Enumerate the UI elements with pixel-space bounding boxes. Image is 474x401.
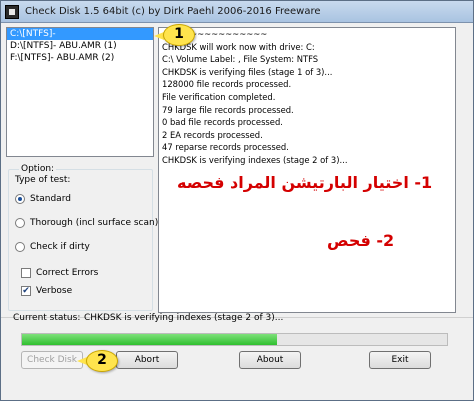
annotation-step-2: 2- فحص [327,231,395,250]
checkbox-verbose[interactable]: ✔ Verbose [21,286,72,296]
drive-item-d[interactable]: D:\[NTFS]- ABU.AMR (1) [7,40,153,52]
check-disk-button[interactable]: Check Disk [21,351,83,369]
radio-thorough-label: Thorough (incl surface scan) [30,218,159,228]
options-label: Option: [19,164,57,174]
radio-thorough[interactable]: Thorough (incl surface scan) [15,218,158,228]
app-icon [5,5,19,19]
drive-list[interactable]: C:\[NTFS]- D:\[NTFS]- ABU.AMR (1) F:\[NT… [6,27,154,157]
progress-bar [21,333,448,346]
log-line: CHKDSK will work now with drive: C: [162,41,315,52]
log-line: CHKDSK is verifying files (stage 1 of 3)… [162,66,333,77]
log-line: ~~~~~~~~~~~~~~~ [162,29,268,39]
current-status-label: Current status: [13,313,81,323]
log-line: 79 large file records processed. [162,104,294,115]
radio-check-if-dirty-label: Check if dirty [30,242,90,252]
log-line: 47 reparse records processed. [162,142,289,153]
window-title: Check Disk 1.5 64bit (c) by Dirk Paehl 2… [25,6,321,17]
radio-standard[interactable]: Standard [15,194,71,204]
log-line: C:\ Volume Label: , File System: NTFS [162,54,319,65]
callout-step-1: 1 [163,24,195,46]
client-area: C:\[NTFS]- D:\[NTFS]- ABU.AMR (1) F:\[NT… [1,23,473,400]
checkmark-icon: ✔ [21,286,31,296]
checkbox-icon [21,268,31,278]
log-line: File verification completed. [162,91,276,102]
radio-check-if-dirty[interactable]: Check if dirty [15,242,90,252]
checkbox-correct-errors-label: Correct Errors [36,268,99,278]
radio-icon [15,242,25,252]
checkbox-verbose-label: Verbose [36,286,73,296]
checkbox-correct-errors[interactable]: Correct Errors [21,268,98,278]
log-line: 2 EA records processed. [162,129,263,140]
radio-icon [15,218,25,228]
about-button[interactable]: About [239,351,301,369]
log-output[interactable]: ~~~~~~~~~~~~~~~ CHKDSK will work now wit… [158,27,456,313]
annotation-step-1: 1- اختيار البارتيشن المراد فحصه [177,173,433,192]
radio-standard-label: Standard [30,194,71,204]
log-line: CHKDSK is verifying indexes (stage 2 of … [162,154,348,165]
progress-fill [22,334,277,345]
log-line: 128000 file records processed. [162,79,292,90]
log-line: 0 bad file records processed. [162,117,283,128]
current-status-text: CHKDSK is verifying indexes (stage 2 of … [84,313,284,323]
exit-button[interactable]: Exit [369,351,431,369]
radio-selected-icon [15,194,25,204]
drive-item-c[interactable]: C:\[NTFS]- [7,28,153,40]
title-bar[interactable]: Check Disk 1.5 64bit (c) by Dirk Paehl 2… [1,1,473,23]
callout-step-2: 2 [86,350,118,372]
check-disk-window: Check Disk 1.5 64bit (c) by Dirk Paehl 2… [0,0,474,401]
drive-item-f[interactable]: F:\[NTFS]- ABU.AMR (2) [7,52,153,64]
options-group: Option: Type of test: Standard Thorough … [8,164,158,311]
abort-button[interactable]: Abort [116,351,178,369]
test-type-label: Type of test: [15,175,71,185]
